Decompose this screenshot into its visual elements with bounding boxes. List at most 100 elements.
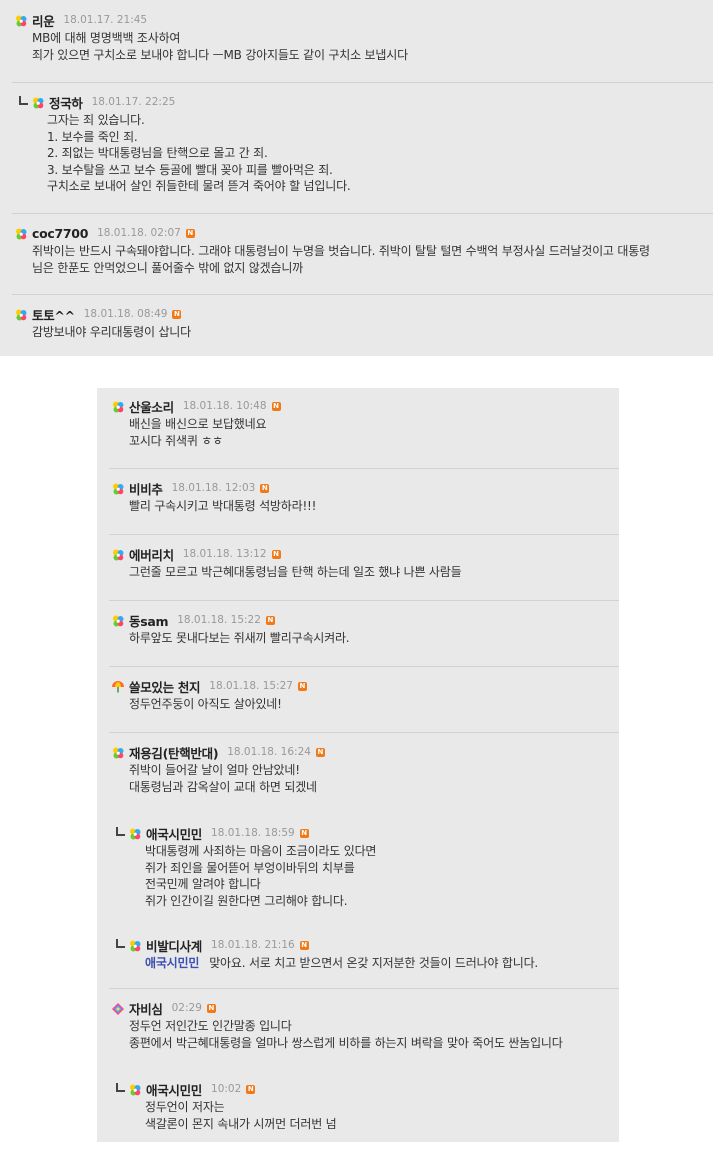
comment-body: 정두언이 저자는색갈론이 몬지 속내가 시꺼먼 더러번 넘 xyxy=(145,1099,337,1132)
comment-timestamp: 18.01.18. 13:12 xyxy=(182,548,267,560)
author-nickname[interactable]: 산울소리 xyxy=(129,397,174,416)
comment-separator xyxy=(12,213,713,214)
comment-separator xyxy=(109,534,619,535)
comment-text: 꼬시다 쥐색퀴 ㅎㅎ xyxy=(129,433,223,448)
author-nickname[interactable]: 에버리치 xyxy=(129,545,174,564)
new-badge-icon: N xyxy=(271,401,281,411)
author-nickname[interactable]: 정국하 xyxy=(49,93,83,112)
comment-text: 맞아요. 서로 치고 받으면서 온갖 지저분한 것들이 드러나야 합니다. xyxy=(209,956,539,970)
comment-line: 님은 한푼도 안먹었으니 풀어줄수 밖에 없지 않겠습니까 xyxy=(32,260,650,277)
comment-panel-top: 리운 18.01.17. 21:45 MB에 대해 명명백백 조사하여 죄가 있으면 … xyxy=(0,0,713,356)
new-badge-icon: N xyxy=(265,615,275,625)
comment-line: 쥐가 죄인을 물어뜯어 부엉이바뒤의 치부를 xyxy=(145,860,376,877)
comment-text: 3. 보수탈을 쓰고 보수 등골에 빨대 꽂아 피를 빨아먹은 죄. xyxy=(47,162,333,177)
comment-timestamp: 18.01.17. 22:25 xyxy=(91,96,176,108)
comment-text: 전국민께 알려야 합니다 xyxy=(145,877,261,891)
reply-arrow-icon xyxy=(19,96,28,105)
comment-timestamp: 18.01.18. 10:48 xyxy=(182,400,267,412)
comment-text: 하루앞도 못내다보는 쥐새끼 빨리구속시켜라. xyxy=(129,631,350,645)
comment-text: 빨리 구속시키고 박대통령 석방하라!!! xyxy=(129,499,317,513)
comment-header: 애국시민민 18.01.18. 18:59 N xyxy=(128,824,309,842)
author-nickname[interactable]: 재용김(탄핵반대) xyxy=(129,743,219,762)
comment-line: 그자는 죄 있습니다. xyxy=(47,112,351,129)
comment-text: 배신을 배신으로 보답했네요 xyxy=(129,417,267,431)
comment-header: 동sam 18.01.18. 15:22 N xyxy=(111,611,275,629)
comment-body: 배신을 배신으로 보답했네요꼬시다 쥐색퀴 ㅎㅎ xyxy=(129,416,267,450)
comment-header: coc7700 18.01.18. 02:07 N xyxy=(14,224,195,242)
badge-rainbow-icon xyxy=(111,547,125,561)
comment-line: 3. 보수탈을 쓰고 보수 등골에 빨대 꽂아 피를 빨아먹은 죄. xyxy=(47,162,351,179)
comment-line: 꼬시다 쥐색퀴 ㅎㅎ xyxy=(129,433,266,450)
author-nickname[interactable]: 리운 xyxy=(32,11,55,30)
comment-text: MB에 대해 명명백백 조사하여 xyxy=(32,31,181,45)
comment-header: 에버리치 18.01.18. 13:12 N xyxy=(111,545,281,563)
comment-line: 정두언주둥이 아직도 살아있네! xyxy=(129,696,282,713)
comment-header: 토토^^ 18.01.18. 08:49 N xyxy=(14,305,182,324)
comment-header: 쓸모있는 천지 18.01.18. 15:27 N xyxy=(111,677,307,695)
author-nickname[interactable]: 애국시민민 xyxy=(146,824,202,843)
new-badge-icon: N xyxy=(206,1003,216,1013)
comment-text: 구치소로 보내어 살인 쥐들한테 물려 뜯겨 죽어야 할 넘입니다. xyxy=(47,179,351,193)
comment-line: 빨리 구속시키고 박대통령 석방하라!!! xyxy=(129,498,316,515)
comment-body: 정두언 저인간도 인간말종 입니다종편에서 박근혜대통령을 얼마나 쌍스럽게 비… xyxy=(129,1018,563,1051)
comment-line: 구치소로 보내어 살인 쥐들한테 물려 뜯겨 죽어야 할 넘입니다. xyxy=(47,178,351,195)
comment-body: 쥐박이는 반드시 구속돼야합니다. 그래야 대통령님이 누명을 벗습니다. 쥐박… xyxy=(32,243,650,276)
author-nickname[interactable]: 토토^^ xyxy=(32,305,75,324)
comment-separator xyxy=(109,732,619,733)
comment-text: 색갈론이 몬지 속내가 시꺼먼 더러번 넘 xyxy=(145,1116,337,1131)
comment-separator xyxy=(109,468,619,469)
comment-header: 비비추 18.01.18. 12:03 N xyxy=(111,479,270,498)
comment-header: 정국하 18.01.17. 22:25 xyxy=(31,93,175,111)
comment-line: 정두언이 저자는 xyxy=(145,1099,337,1116)
badge-rainbow-icon xyxy=(111,613,125,627)
comment-text: 정두언주둥이 아직도 살아있네! xyxy=(129,697,282,711)
comment-timestamp: 18.01.18. 18:59 xyxy=(211,827,295,839)
author-nickname[interactable]: 애국시민민 xyxy=(146,1080,202,1099)
comment-header: 비발디사계 18.01.18. 21:16 N xyxy=(128,936,309,954)
badge-rainbow-icon xyxy=(128,826,142,840)
comment-text: 정두언이 저자는 xyxy=(145,1100,225,1114)
author-nickname[interactable]: coc7700 xyxy=(32,226,88,241)
comment-body: 쥐박이 들어갈 날이 얼마 안남았네! 대통령님과 감옥살이 교대 하면 되겠네 xyxy=(129,762,317,795)
new-badge-icon: N xyxy=(172,309,182,319)
comment-line: 감방보내야 우리대통령이 삽니다 xyxy=(32,324,191,341)
comment-line: 그런줄 모르고 박근혜대통령님을 탄핵 하는데 일조 했냐 나쁜 사람들 xyxy=(129,564,462,581)
comment-line: 종편에서 박근혜대통령을 얼마나 쌍스럽게 비하를 하는지 벼락을 맞아 죽어도… xyxy=(129,1035,563,1052)
author-nickname[interactable]: 비발디사계 xyxy=(146,936,202,955)
badge-diamond-icon xyxy=(111,1001,125,1015)
badge-rainbow-icon xyxy=(111,745,125,759)
comment-body: 감방보내야 우리대통령이 삽니다 xyxy=(32,324,191,341)
author-nickname[interactable]: 쓸모있는 천지 xyxy=(129,677,201,696)
comment-text: 종편에서 박근혜대통령을 얼마나 쌍스럽게 비하를 하는지 벼락을 맞아 죽어도… xyxy=(129,1035,563,1050)
author-nickname[interactable]: 동sam xyxy=(129,611,169,630)
author-nickname[interactable]: 자비심 xyxy=(129,999,163,1018)
comment-header: 재용김(탄핵반대) 18.01.18. 16:24 N xyxy=(111,743,325,761)
comment-body: 하루앞도 못내다보는 쥐새끼 빨리구속시켜라. xyxy=(129,630,350,647)
comment-line: 색갈론이 몬지 속내가 시꺼먼 더러번 넘 xyxy=(145,1116,337,1133)
new-badge-icon: N xyxy=(315,747,325,757)
comment-text: 정두언 저인간도 인간말종 입니다 xyxy=(129,1019,292,1033)
comment-line: 1. 보수를 죽인 죄. xyxy=(47,129,351,146)
new-badge-icon: N xyxy=(299,940,309,950)
comment-body: 그런줄 모르고 박근혜대통령님을 탄핵 하는데 일조 했냐 나쁜 사람들 xyxy=(129,564,462,581)
comment-line: 대통령님과 감옥살이 교대 하면 되겠네 xyxy=(129,779,317,796)
comment-body: 박대통령께 사죄하는 마음이 조금이라도 있다면 쥐가 죄인을 물어뜯어 부엉이바… xyxy=(145,843,376,909)
comment-header: 자비심 02:29 N xyxy=(111,999,216,1017)
new-badge-icon: N xyxy=(271,549,281,559)
mention-link[interactable]: 애국시민민 xyxy=(145,956,199,970)
comment-text: 감방보내야 우리대통령이 삽니다 xyxy=(32,325,191,339)
comment-line: 죄가 있으면 구치소로 보내야 합니다 ㅡMB 강아지들도 같이 구치소 보냅시… xyxy=(32,47,408,64)
comment-text: 님은 한푼도 안먹었으니 풀어줄수 밖에 없지 않겠습니까 xyxy=(32,260,304,275)
comment-body: 정두언주둥이 아직도 살아있네! xyxy=(129,696,282,713)
comment-separator xyxy=(109,666,619,667)
badge-rainbow-icon xyxy=(31,95,45,109)
comment-text: 쥐박이 들어갈 날이 얼마 안남았네! xyxy=(129,763,300,777)
comment-timestamp: 18.01.18. 08:49 xyxy=(83,308,168,320)
author-nickname[interactable]: 비비추 xyxy=(129,479,163,498)
new-badge-icon: N xyxy=(297,681,307,691)
reply-arrow-icon xyxy=(116,939,125,948)
comment-separator xyxy=(12,82,713,83)
comment-line: 2. 죄없는 박대통령님을 탄핵으로 몰고 간 죄. xyxy=(47,145,351,162)
badge-rainbow-icon xyxy=(128,1082,142,1096)
new-badge-icon: N xyxy=(185,228,195,238)
